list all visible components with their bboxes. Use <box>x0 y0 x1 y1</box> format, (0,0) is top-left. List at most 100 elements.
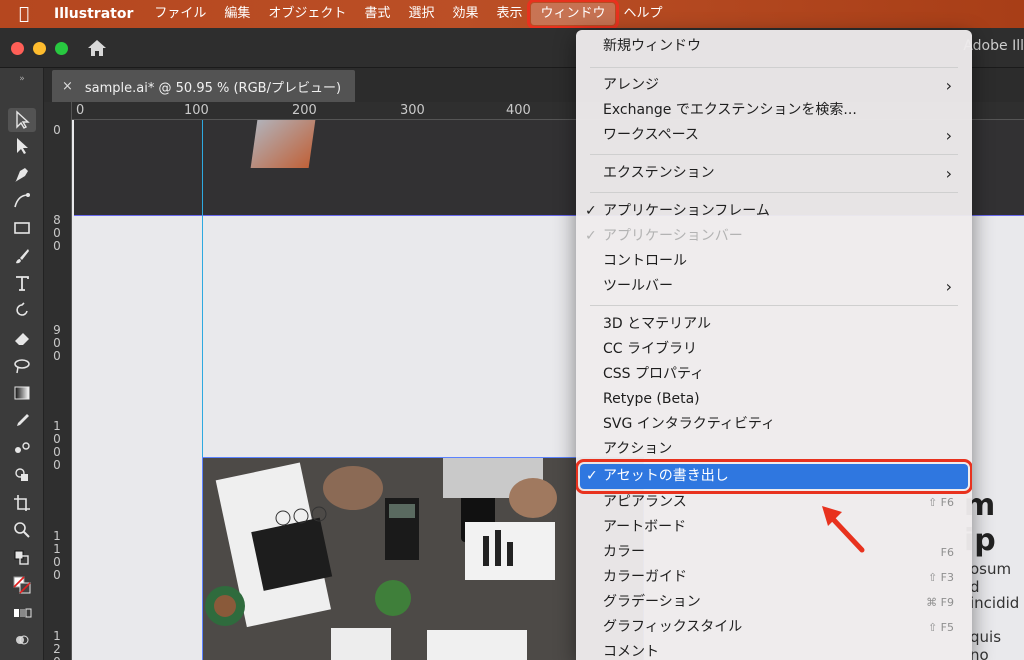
apple-menu-icon[interactable]:  <box>0 4 48 24</box>
menu-item-extensions[interactable]: エクステンション › <box>576 161 972 186</box>
menu-type[interactable]: 書式 <box>355 3 399 25</box>
curvature-tool-icon[interactable] <box>8 189 36 213</box>
gradient-tool-icon[interactable] <box>8 381 36 405</box>
menu-item-new-window[interactable]: 新規ウィンドウ <box>576 34 972 59</box>
ruler-label: 400 <box>506 103 531 118</box>
menu-item-exchange[interactable]: Exchange でエクステンションを検索... <box>576 98 972 123</box>
lasso-tool-icon[interactable] <box>8 354 36 378</box>
vertical-ruler[interactable]: 0 800 900 1000 1100 1200 <box>44 102 72 660</box>
ruler-label: 1200 <box>53 629 61 660</box>
ruler-label: 0 <box>76 103 85 118</box>
document-tab[interactable]: × sample.ai* @ 50.95 % (RGB/プレビュー) <box>52 70 356 102</box>
menu-item-label: グラフィックスタイル <box>603 619 743 635</box>
body-text-fragment: incidid <box>970 594 1020 612</box>
menu-item-label: CSS プロパティ <box>603 366 705 382</box>
menu-item-retype[interactable]: Retype (Beta) <box>576 387 972 412</box>
submenu-chevron-icon: › <box>945 76 952 95</box>
menu-item-label: アプリケーションバー <box>603 228 743 244</box>
menu-item-label: SVG インタラクティビティ <box>603 416 776 432</box>
menu-item-artboards[interactable]: アートボード <box>576 515 972 540</box>
menu-item-appearance[interactable]: アピアランス ⇧ F6 <box>576 490 972 515</box>
menu-window[interactable]: ウィンドウ <box>527 0 619 29</box>
menu-item-label: CC ライブラリ <box>603 341 698 357</box>
menu-item-actions[interactable]: アクション <box>576 437 972 462</box>
menu-item-label: アクション <box>603 441 673 457</box>
menu-item-svg-interactivity[interactable]: SVG インタラクティビティ <box>576 412 972 437</box>
tool-panel: » <box>0 68 44 660</box>
ruler-label: 900 <box>53 323 61 363</box>
menu-item-toolbar[interactable]: ツールバー › <box>576 274 972 299</box>
menu-item-application-frame[interactable]: ✓ アプリケーションフレーム <box>576 199 972 224</box>
window-menu-dropdown: 新規ウィンドウ アレンジ › Exchange でエクステンションを検索... ワ… <box>576 30 972 660</box>
menu-edit[interactable]: 編集 <box>215 3 259 25</box>
body-text-fragment: quis no <box>970 628 1002 660</box>
checkmark-icon: ✓ <box>586 468 598 484</box>
minimize-window-button[interactable] <box>33 42 46 55</box>
artboard-tool-icon[interactable] <box>8 491 36 515</box>
window-title: Adobe Ill <box>963 38 1024 54</box>
menu-item-workspace[interactable]: ワークスペース › <box>576 123 972 148</box>
menu-view[interactable]: 表示 <box>487 3 531 25</box>
menu-effect[interactable]: 効果 <box>443 3 487 25</box>
shortcut-label: F6 <box>940 546 954 559</box>
menu-item-label: カラー <box>603 544 645 560</box>
menu-item-color-guide[interactable]: カラーガイド ⇧ F3 <box>576 565 972 590</box>
menu-item-label: ワークスペース <box>603 127 699 143</box>
eyedropper-tool-icon[interactable] <box>8 409 36 433</box>
paintbrush-tool-icon[interactable] <box>8 244 36 268</box>
checkmark-icon: ✓ <box>585 203 597 219</box>
zoom-tool-icon[interactable] <box>8 518 36 542</box>
menu-item-label: ツールバー <box>603 278 673 294</box>
app-menu[interactable]: Illustrator <box>48 6 145 22</box>
selection-tool-icon[interactable] <box>8 108 36 132</box>
menu-item-label: エクステンション <box>603 165 715 181</box>
ruler-label: 800 <box>53 213 61 253</box>
fill-stroke-icon[interactable] <box>8 573 36 597</box>
rotate-tool-icon[interactable] <box>8 298 36 322</box>
menu-item-label: Exchange でエクステンションを検索... <box>603 102 857 118</box>
menu-item-asset-export[interactable]: ✓ アセットの書き出し <box>576 459 972 494</box>
menu-item-comments[interactable]: コメント <box>576 640 972 660</box>
menu-item-3d-materials[interactable]: 3D とマテリアル <box>576 312 972 337</box>
direct-selection-tool-icon[interactable] <box>8 134 36 158</box>
color-mode-icon[interactable] <box>8 601 36 625</box>
shape-builder-tool-icon[interactable] <box>8 463 36 487</box>
shortcut-label: ⌘ F9 <box>926 596 954 609</box>
menu-object[interactable]: オブジェクト <box>259 3 355 25</box>
ruler-label: 100 <box>184 103 209 118</box>
menu-item-gradient[interactable]: グラデーション ⌘ F9 <box>576 590 972 615</box>
ruler-label: 300 <box>400 103 425 118</box>
fill-stroke-swap-icon[interactable] <box>8 546 36 570</box>
close-window-button[interactable] <box>11 42 24 55</box>
type-tool-icon[interactable] <box>8 271 36 295</box>
shortcut-label: ⇧ F6 <box>927 496 954 509</box>
menu-item-color[interactable]: カラー F6 <box>576 540 972 565</box>
menu-item-label: Retype (Beta) <box>603 391 700 407</box>
menu-item-graphic-styles[interactable]: グラフィックスタイル ⇧ F5 <box>576 615 972 640</box>
menu-item-arrange[interactable]: アレンジ › <box>576 73 972 98</box>
blend-tool-icon[interactable] <box>8 436 36 460</box>
menu-item-control[interactable]: コントロール <box>576 249 972 274</box>
home-icon[interactable] <box>86 37 108 59</box>
page-heading-fragment: m ip <box>964 488 996 558</box>
shortcut-label: ⇧ F3 <box>927 571 954 584</box>
document-tab-title: sample.ai* @ 50.95 % (RGB/プレビュー) <box>84 80 342 96</box>
menu-file[interactable]: ファイル <box>145 3 215 25</box>
zoom-window-button[interactable] <box>55 42 68 55</box>
menu-bar:  Illustrator ファイル 編集 オブジェクト 書式 選択 効果 表示… <box>0 0 1024 29</box>
menu-item-cc-libraries[interactable]: CC ライブラリ <box>576 337 972 362</box>
eraser-tool-icon[interactable] <box>8 326 36 350</box>
pen-tool-icon[interactable] <box>8 162 36 186</box>
collapse-panel-icon[interactable]: » <box>8 74 36 84</box>
menu-item-label: アセットの書き出し <box>603 468 729 484</box>
submenu-chevron-icon: › <box>945 126 952 145</box>
menu-item-label: アピアランス <box>603 494 687 510</box>
menu-help[interactable]: ヘルプ <box>615 3 672 25</box>
menu-item-label: 3D とマテリアル <box>603 316 711 332</box>
menu-select[interactable]: 選択 <box>399 3 443 25</box>
close-tab-icon[interactable]: × <box>62 79 73 94</box>
menu-item-css-properties[interactable]: CSS プロパティ <box>576 362 972 387</box>
draw-mode-icon[interactable] <box>8 628 36 652</box>
header-image-fragment <box>250 120 316 168</box>
rectangle-tool-icon[interactable] <box>8 216 36 240</box>
